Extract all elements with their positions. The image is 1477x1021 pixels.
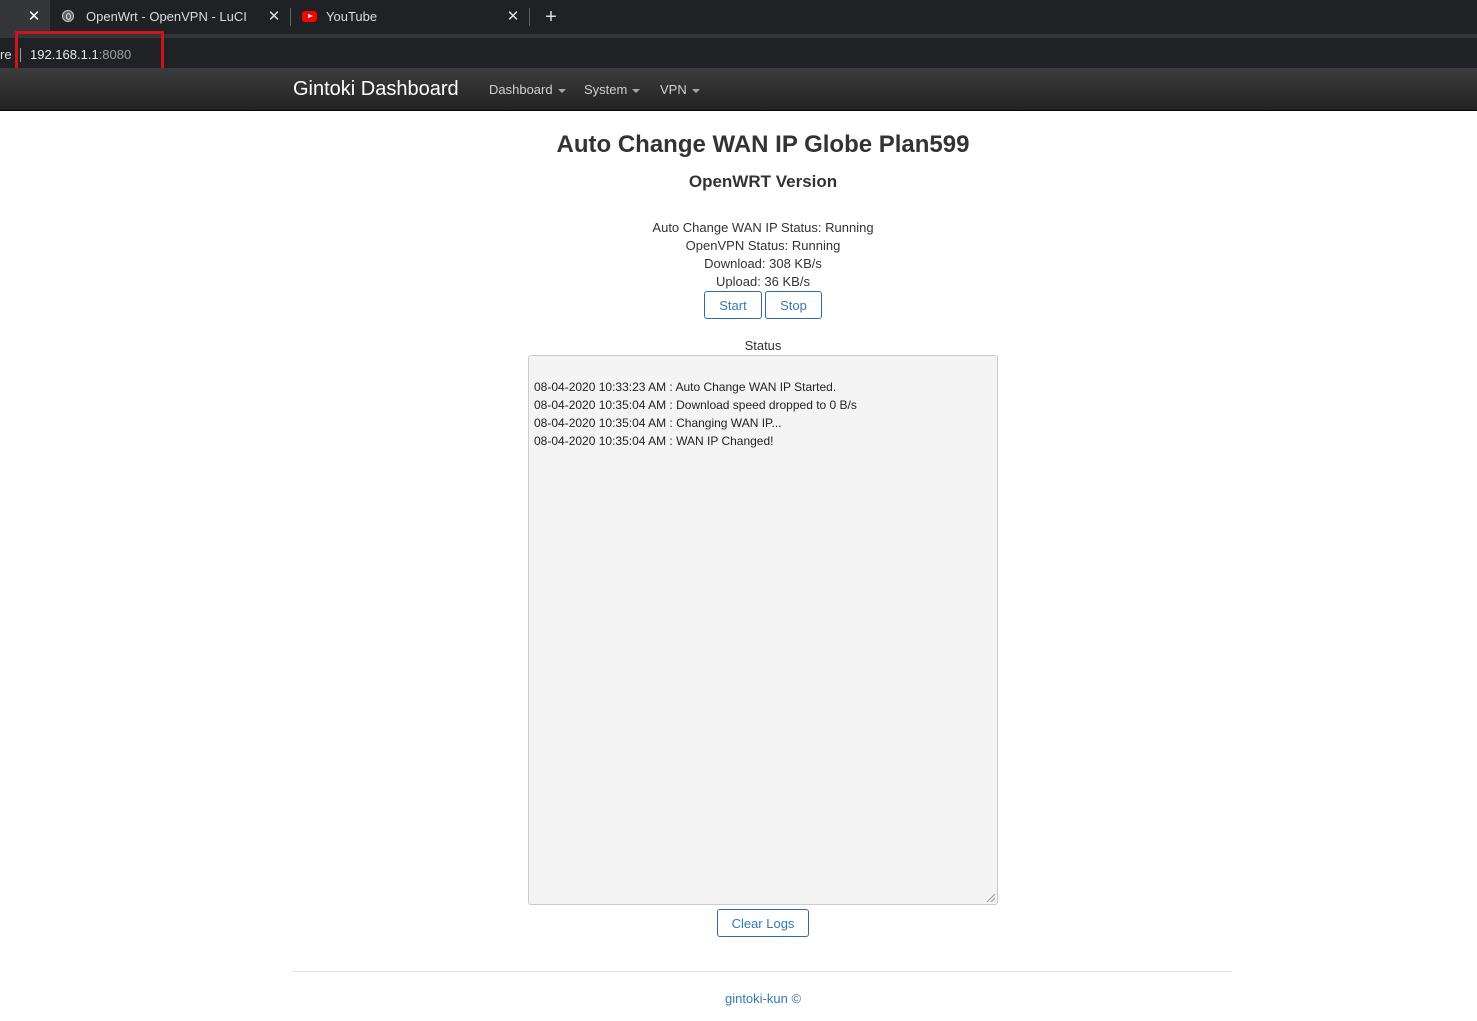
address-prefix: re	[0, 47, 12, 62]
status-log-textarea[interactable]: 08-04-2020 10:33:23 AM : Auto Change WAN…	[528, 355, 998, 905]
nav-item-label: System	[584, 82, 628, 97]
footer-credit: gintoki-kun ©	[724, 991, 802, 1006]
log-line: 08-04-2020 10:35:04 AM : WAN IP Changed!	[534, 434, 774, 448]
caret-down-icon	[557, 88, 566, 93]
resize-grip-icon[interactable]	[987, 894, 995, 902]
log-line: 08-04-2020 10:33:23 AM : Auto Change WAN…	[534, 380, 837, 394]
log-line: 08-04-2020 10:35:04 AM : Changing WAN IP…	[534, 416, 782, 430]
youtube-icon	[302, 11, 317, 22]
nav-dashboard-dropdown[interactable]: Dashboard	[489, 82, 566, 97]
globe-icon	[62, 10, 74, 22]
tab-title: OpenWrt - OpenVPN - LuCI	[86, 9, 247, 24]
page-subtitle: OpenWRT Version	[688, 172, 838, 191]
stop-button[interactable]: Stop	[765, 291, 822, 319]
openvpn-status: OpenVPN Status: Running	[685, 238, 841, 253]
tab-openwrt[interactable]: OpenWrt - OpenVPN - LuCI ✕	[50, 0, 290, 34]
clear-logs-button[interactable]: Clear Logs	[717, 909, 809, 937]
nav-item-label: VPN	[660, 82, 687, 97]
wan-ip-status: Auto Change WAN IP Status: Running	[652, 220, 874, 235]
url-highlight-box	[15, 31, 164, 71]
address-bar[interactable]: re 192.168.1.1:8080	[0, 34, 1477, 68]
tab-youtube[interactable]: YouTube ✕	[290, 0, 530, 34]
tab-partial[interactable]: ✕	[0, 0, 50, 34]
close-tab-icon[interactable]: ✕	[26, 9, 42, 25]
page-title: Auto Change WAN IP Globe Plan599	[556, 131, 970, 158]
tab-separator	[529, 8, 530, 26]
site-navbar: Gintoki Dashboard Dashboard System VPN	[0, 68, 1477, 111]
log-line: 08-04-2020 10:35:04 AM : Download speed …	[534, 398, 857, 412]
caret-down-icon	[691, 88, 700, 93]
brand-link[interactable]: Gintoki Dashboard	[293, 78, 459, 101]
close-tab-icon[interactable]: ✕	[505, 9, 521, 25]
download-speed: Download: 308 KB/s	[704, 256, 822, 271]
close-tab-icon[interactable]: ✕	[266, 9, 282, 25]
new-tab-icon[interactable]: +	[540, 6, 562, 28]
tab-title: YouTube	[326, 9, 378, 24]
nav-vpn-dropdown[interactable]: VPN	[660, 82, 700, 97]
status-label: Status	[744, 338, 782, 353]
start-button[interactable]: Start	[704, 291, 762, 319]
upload-speed: Upload: 36 KB/s	[716, 274, 810, 289]
browser-tab-strip: ✕ OpenWrt - OpenVPN - LuCI ✕ YouTube ✕ +	[0, 0, 1477, 34]
nav-system-dropdown[interactable]: System	[584, 82, 641, 97]
footer-divider	[292, 971, 1232, 972]
nav-item-label: Dashboard	[489, 82, 553, 97]
caret-down-icon	[632, 88, 641, 93]
